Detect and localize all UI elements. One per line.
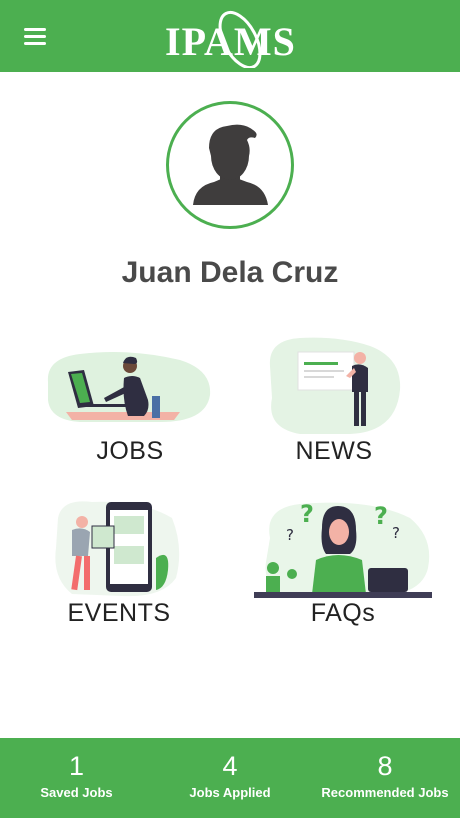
person-with-board-illustration	[269, 337, 401, 434]
jobs-applied-stat[interactable]: 4 Jobs Applied	[153, 738, 307, 818]
logo-text: IPAMS	[165, 19, 296, 64]
jobs-label: JOBS	[96, 437, 164, 465]
svg-text:?: ?	[286, 526, 294, 544]
hamburger-menu-icon[interactable]	[22, 26, 52, 48]
bottom-stats-bar: 1 Saved Jobs 4 Jobs Applied 8 Recommende…	[0, 738, 460, 818]
top-app-bar: IPAMS	[0, 0, 460, 72]
recommended-jobs-stat[interactable]: 8 Recommended Jobs	[310, 738, 460, 818]
faqs-label: FAQs	[310, 599, 376, 627]
saved-jobs-count: 1	[68, 751, 85, 781]
faqs-tile[interactable]: ? ? ? ? FAQs	[250, 498, 436, 630]
woman-thinking-questions-illustration: ? ? ? ?	[254, 500, 432, 598]
events-label: EVENTS	[67, 599, 171, 627]
news-label: NEWS	[295, 437, 373, 465]
profile-name: Juan Dela Cruz	[121, 256, 339, 289]
svg-text:?: ?	[392, 524, 400, 542]
user-silhouette-icon	[193, 124, 268, 205]
person-at-laptop-illustration	[47, 352, 211, 422]
svg-text:?: ?	[300, 500, 314, 528]
person-with-phone-photos-illustration	[55, 501, 180, 597]
jobs-tile[interactable]: JOBS	[40, 340, 220, 470]
saved-jobs-label: Saved Jobs	[40, 785, 113, 800]
saved-jobs-stat[interactable]: 1 Saved Jobs	[0, 738, 153, 818]
events-tile[interactable]: EVENTS	[52, 498, 186, 630]
recommended-jobs-count: 8	[377, 751, 393, 781]
avatar[interactable]	[166, 101, 294, 229]
jobs-applied-count: 4	[222, 751, 238, 781]
jobs-applied-label: Jobs Applied	[189, 785, 271, 800]
recommended-jobs-label: Recommended Jobs	[321, 785, 449, 800]
svg-text:?: ?	[374, 502, 388, 530]
news-tile[interactable]: NEWS	[260, 336, 408, 470]
ipams-logo: IPAMS	[165, 8, 305, 68]
